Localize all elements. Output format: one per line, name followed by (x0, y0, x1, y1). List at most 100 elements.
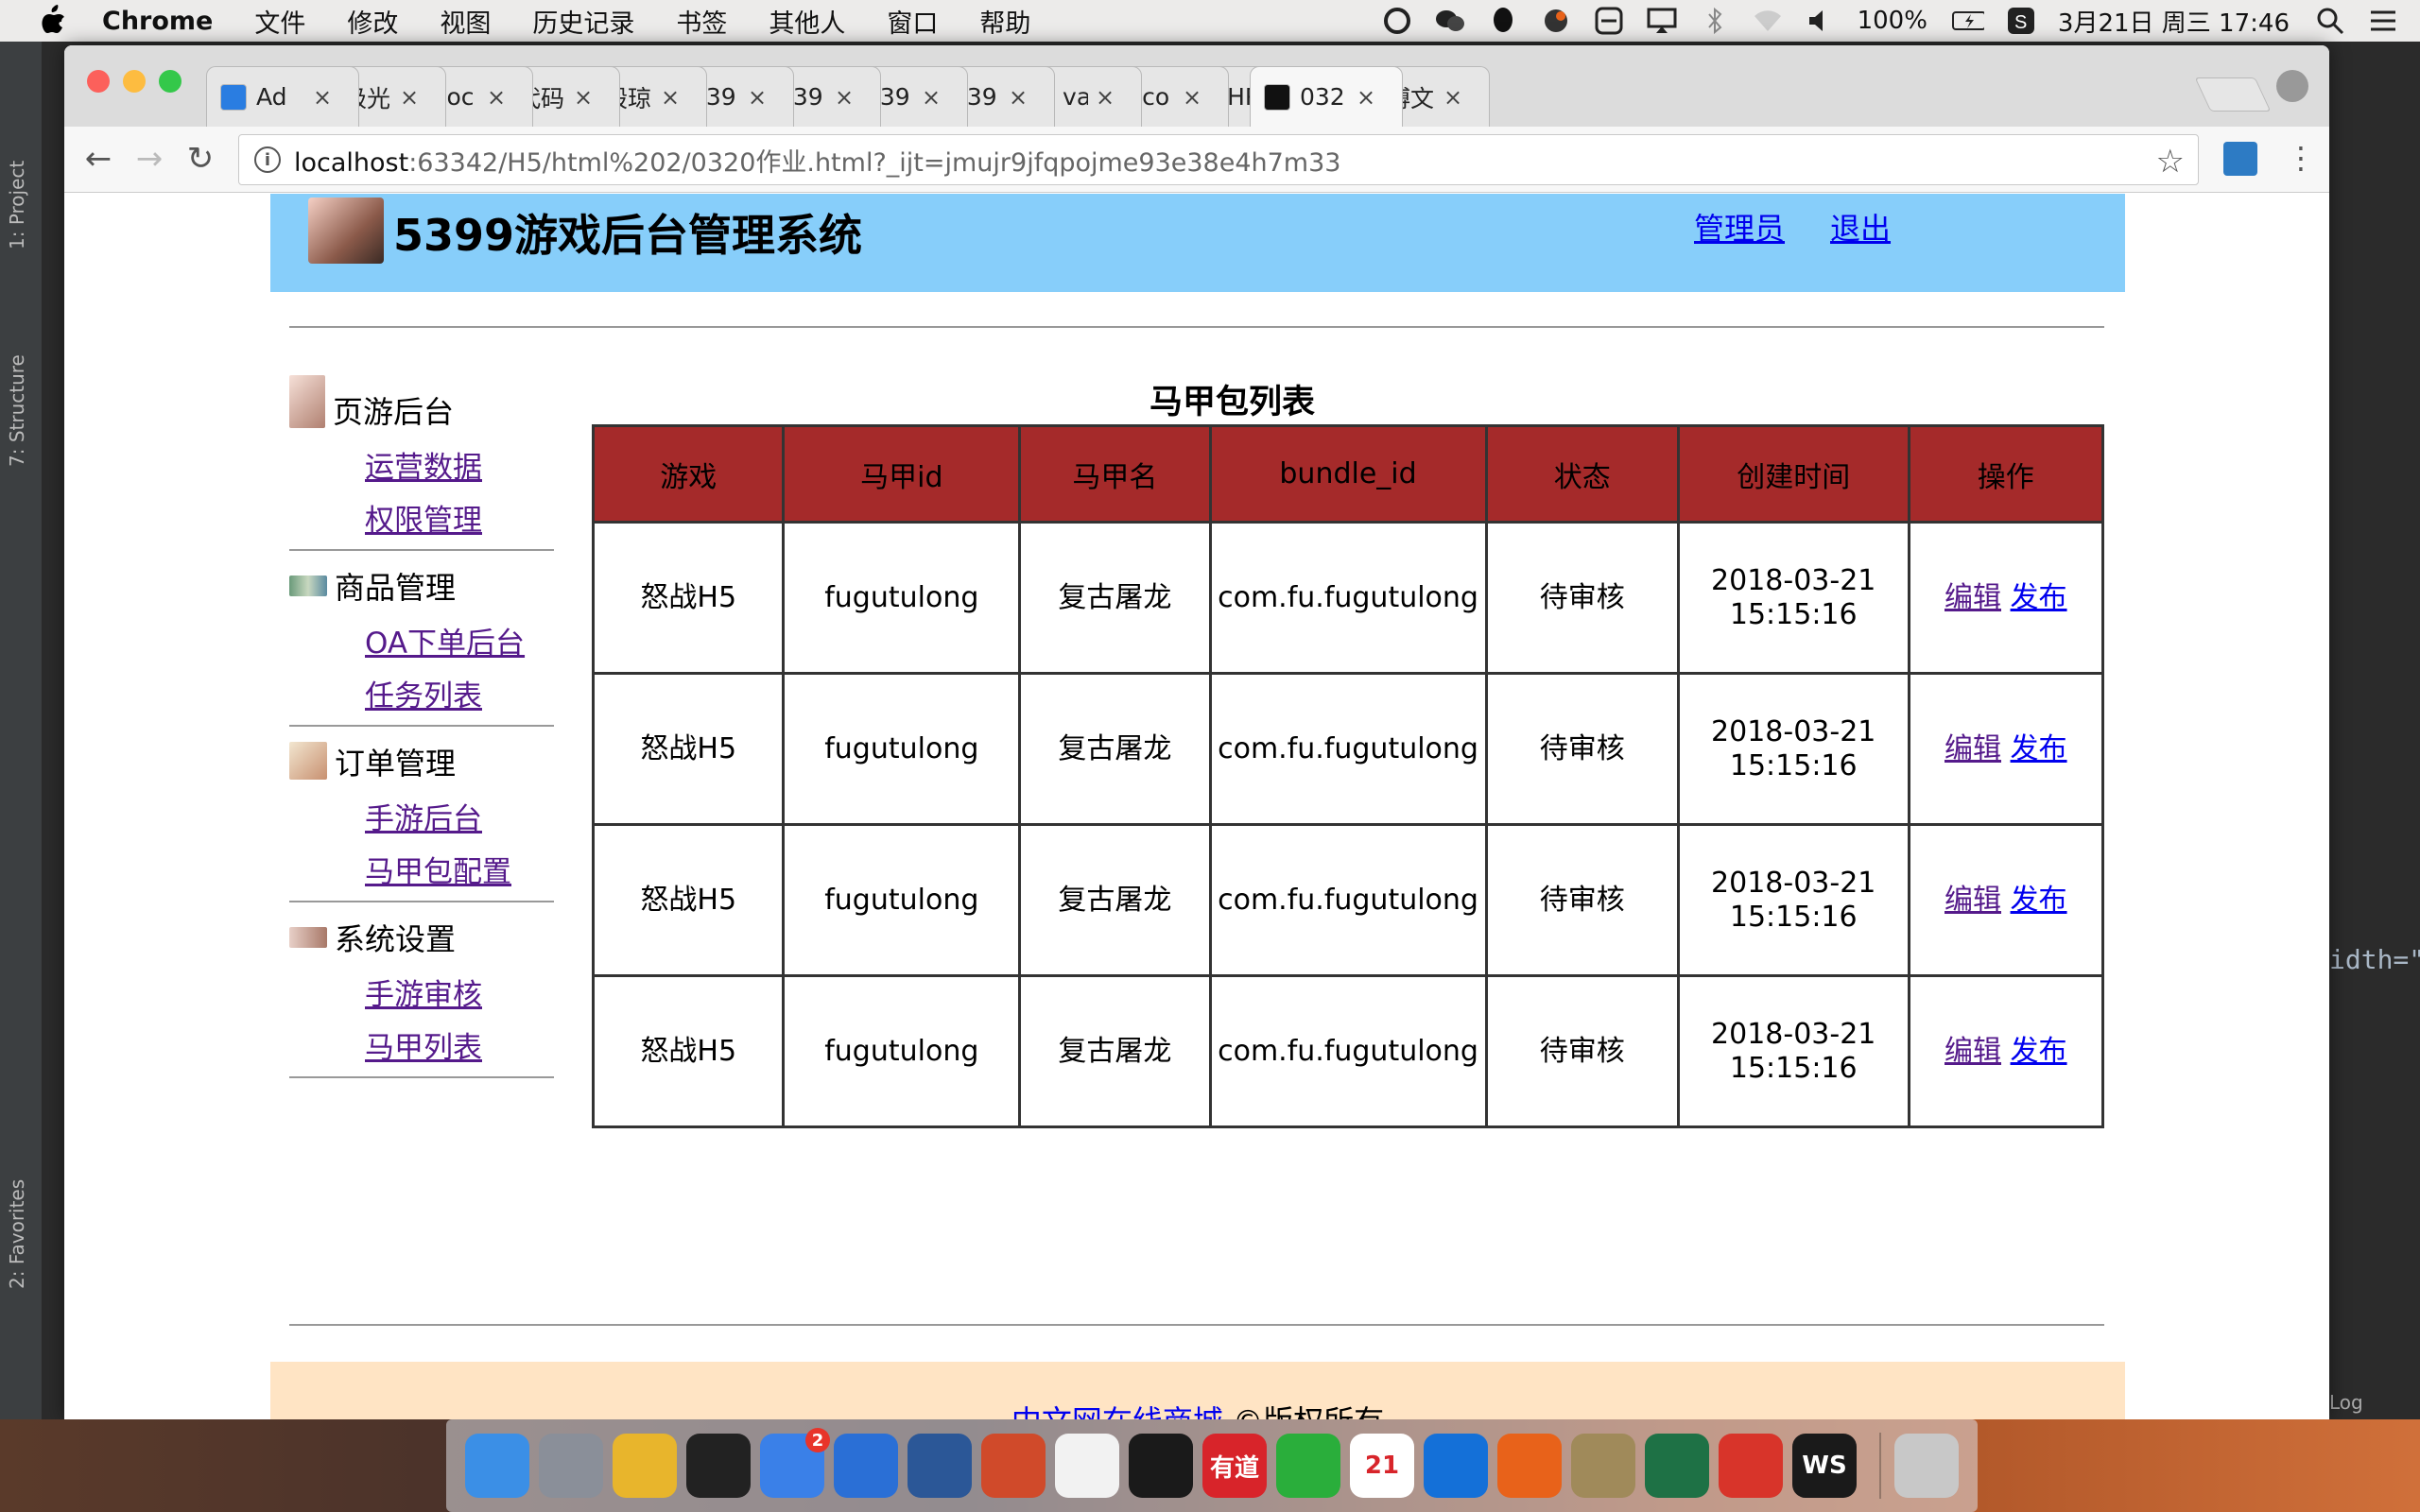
publish-link[interactable]: 发布 (2011, 581, 2067, 614)
close-tab-icon[interactable]: × (1443, 84, 1462, 111)
sidebar-item-operations-data[interactable]: 运营数据 (365, 441, 554, 494)
publish-link[interactable]: 发布 (2011, 884, 2067, 917)
trash-icon[interactable] (1894, 1434, 1959, 1498)
zoom-window-button[interactable] (159, 70, 182, 93)
notification-center-icon[interactable] (2367, 7, 2399, 35)
gcloud-status-icon[interactable] (1540, 7, 1572, 35)
ide-structure-tab[interactable]: 7: Structure (6, 354, 28, 467)
youdao-icon[interactable]: 有道 (1202, 1434, 1267, 1498)
table-row: 怒战H5 fugutulong 复古屠龙 com.fu.fugutulong 待审核 20… (591, 823, 2105, 977)
sidebar-item-vest-list[interactable]: 马甲列表 (365, 1022, 554, 1074)
sidebar-item-vest-config[interactable]: 马甲包配置 (365, 846, 554, 899)
minimize-window-button[interactable] (123, 70, 146, 93)
site-info-icon[interactable]: i (254, 146, 281, 173)
edit-link[interactable]: 编辑 (1945, 1035, 2001, 1068)
gitkraken-icon[interactable] (1719, 1434, 1783, 1498)
dock: 2 有道 21 WS (446, 1419, 1978, 1512)
close-tab-icon[interactable]: × (748, 84, 767, 111)
sidebar: 页游后台 运营数据 权限管理 商品管理 OA下单后台 任务列表 订单管理 手游后… (289, 375, 554, 1084)
logout-link[interactable]: 退出 (1830, 205, 1891, 249)
admin-link[interactable]: 管理员 (1694, 205, 1785, 249)
battery-icon[interactable] (1951, 7, 1984, 35)
xcode-icon[interactable] (834, 1434, 898, 1498)
close-tab-icon[interactable]: × (661, 84, 680, 111)
browser-tab[interactable]: Ad × (206, 66, 359, 127)
new-tab-button[interactable] (2194, 77, 2272, 112)
close-tab-icon[interactable]: × (574, 84, 593, 111)
menu-history[interactable]: 历史记录 (532, 3, 634, 40)
menu-window[interactable]: 窗口 (887, 3, 938, 40)
sidebar-item-mobile-games[interactable]: 手游后台 (365, 793, 554, 846)
app-name-menu[interactable]: Chrome (102, 7, 213, 36)
bluetooth-icon[interactable] (1699, 7, 1731, 35)
ide-project-tab[interactable]: 1: Project (6, 161, 28, 249)
edit-link[interactable]: 编辑 (1945, 732, 2001, 765)
column-header-created-time: 创建时间 (1676, 424, 1910, 524)
menu-help[interactable]: 帮助 (979, 3, 1030, 40)
wechat-icon[interactable] (1276, 1434, 1340, 1498)
sidebar-item-permissions[interactable]: 权限管理 (365, 494, 554, 547)
profile-avatar[interactable] (2276, 70, 2308, 102)
terminal-icon[interactable] (1129, 1434, 1193, 1498)
close-tab-icon[interactable]: × (1096, 84, 1115, 111)
sidebar-item-mobile-review[interactable]: 手游审核 (365, 969, 554, 1022)
gcloud-icon[interactable]: 2 (760, 1428, 830, 1498)
close-tab-icon[interactable]: × (835, 84, 854, 111)
close-tab-icon[interactable]: × (400, 84, 419, 111)
airplay-icon[interactable] (1646, 7, 1678, 35)
edit-link[interactable]: 编辑 (1945, 581, 2001, 614)
webstorm-icon[interactable]: WS (1792, 1434, 1857, 1498)
sidebar-item-oa-orders[interactable]: OA下单后台 (365, 617, 554, 670)
macos-menubar: Chrome 文件 修改 视图 历史记录 书签 其他人 窗口 帮助 100% S… (0, 0, 2420, 42)
clion-icon[interactable] (981, 1434, 1046, 1498)
clock[interactable]: 3月21日 周三 17:46 (2058, 4, 2290, 39)
extension-icon[interactable] (2223, 142, 2257, 176)
finder-icon[interactable] (465, 1434, 529, 1498)
close-tab-icon[interactable]: × (1183, 84, 1201, 111)
wifi-icon[interactable] (1752, 7, 1784, 35)
footer-store-link[interactable]: 中文网在线商城 (1011, 1403, 1223, 1419)
firefox-icon[interactable] (1497, 1434, 1562, 1498)
back-button[interactable]: ← (81, 140, 115, 178)
reload-button[interactable]: ↻ (183, 140, 217, 178)
excel-icon[interactable] (1645, 1434, 1709, 1498)
teamviewer-icon[interactable] (1424, 1434, 1488, 1498)
launchpad-icon[interactable] (539, 1434, 603, 1498)
menu-file[interactable]: 文件 (254, 3, 305, 40)
volume-icon[interactable] (1805, 7, 1837, 35)
keychain-icon[interactable] (1571, 1434, 1635, 1498)
sidebar-item-task-list[interactable]: 任务列表 (365, 670, 554, 723)
publish-link[interactable]: 发布 (2011, 1035, 2067, 1068)
menu-people[interactable]: 其他人 (769, 3, 845, 40)
input-method-icon[interactable]: S (2005, 7, 2037, 35)
close-tab-icon[interactable]: × (313, 84, 332, 111)
menu-view[interactable]: 视图 (440, 3, 491, 40)
ide-favorites-tab[interactable]: 2: Favorites (6, 1179, 28, 1289)
textedit-icon[interactable] (1055, 1434, 1119, 1498)
menu-bookmarks[interactable]: 书签 (676, 3, 727, 40)
menu-edit[interactable]: 修改 (347, 3, 398, 40)
chrome-menu-icon[interactable]: ⋮ (2286, 140, 2316, 176)
publish-link[interactable]: 发布 (2011, 732, 2067, 765)
close-tab-icon[interactable]: × (1009, 84, 1028, 111)
close-tab-icon[interactable]: × (922, 84, 941, 111)
chrome-icon[interactable] (613, 1434, 677, 1498)
bookmark-star-icon[interactable]: ☆ (2156, 143, 2185, 180)
calendar-icon[interactable]: 21 (1350, 1434, 1414, 1498)
close-window-button[interactable] (87, 70, 110, 93)
apple-icon[interactable] (36, 4, 70, 38)
forward-button[interactable]: → (132, 140, 166, 178)
word-icon[interactable] (908, 1434, 972, 1498)
gitkraken-status-icon[interactable] (1381, 7, 1413, 35)
browser-tab[interactable]: 032 × (1250, 66, 1403, 127)
close-tab-icon[interactable]: × (1357, 84, 1375, 111)
address-bar[interactable]: i localhost:63342/H5/html%202/0320作业.htm… (238, 134, 2199, 185)
close-tab-icon[interactable]: × (487, 84, 506, 111)
wechat-status-icon[interactable] (1434, 7, 1466, 35)
teamviewer-status-icon[interactable] (1593, 7, 1625, 35)
qq-icon[interactable] (686, 1434, 751, 1498)
edit-link[interactable]: 编辑 (1945, 884, 2001, 917)
url-text[interactable]: localhost:63342/H5/html%202/0320作业.html?… (294, 142, 1340, 179)
spotlight-search-icon[interactable] (2314, 7, 2346, 35)
qq-status-icon[interactable] (1487, 7, 1519, 35)
